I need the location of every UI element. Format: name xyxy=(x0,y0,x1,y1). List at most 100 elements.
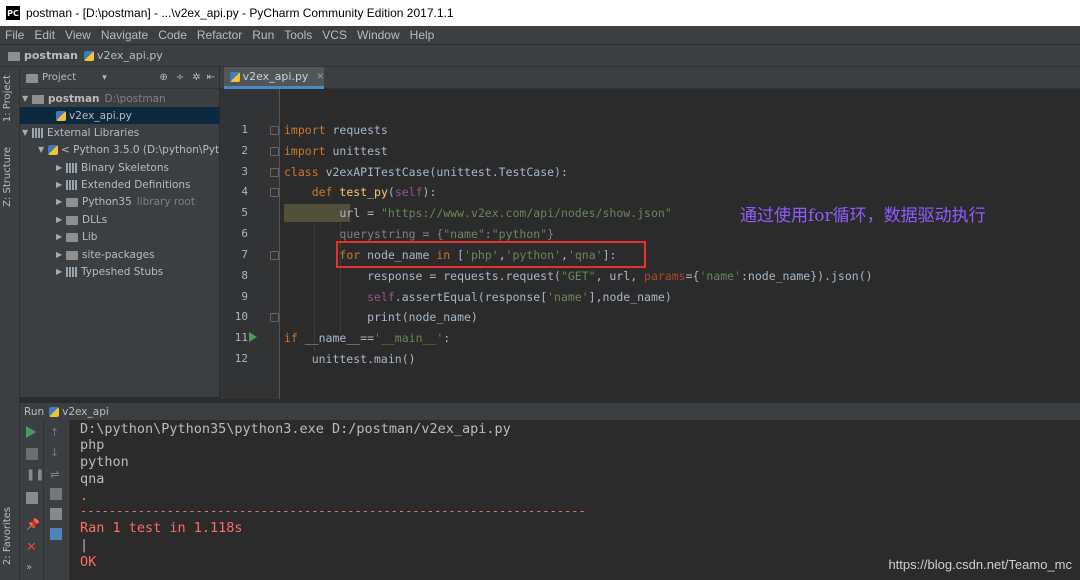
library-icon xyxy=(32,127,43,138)
tree-external-libraries[interactable]: ▼ External Libraries xyxy=(22,124,139,141)
expanded-arrow-icon: ▼ xyxy=(22,94,29,103)
pause-icon[interactable]: ❚❚ xyxy=(26,468,44,481)
menu-file[interactable]: File xyxy=(0,28,29,42)
favorites-tool-tab[interactable]: 2: Favorites xyxy=(2,507,13,565)
breadcrumb-file[interactable]: v2ex_api.py xyxy=(83,49,163,62)
code-line: print(node_name) xyxy=(284,310,478,324)
code-line: import unittest xyxy=(284,144,388,158)
code-line: class v2exAPITestCase(unittest.TestCase)… xyxy=(284,165,568,179)
run-title: Run xyxy=(24,405,45,418)
collapsed-arrow-icon: ▶ xyxy=(56,215,63,224)
menu-edit[interactable]: Edit xyxy=(29,28,60,42)
hide-icon[interactable]: ⇤ xyxy=(207,72,215,83)
tree-item[interactable]: ▶ Extended Definitions xyxy=(56,176,191,193)
rerun-icon[interactable] xyxy=(26,426,36,438)
line-number: 9 xyxy=(241,290,248,303)
fold-marker-icon[interactable] xyxy=(270,168,279,177)
library-icon xyxy=(66,179,77,190)
more-icon[interactable]: » xyxy=(26,562,38,574)
up-arrow-icon[interactable]: ↑ xyxy=(50,426,62,439)
code-line: def test_py(self): xyxy=(311,185,437,199)
close-icon[interactable]: ✕ xyxy=(26,540,38,555)
folder-icon xyxy=(66,198,78,207)
menu-vcs[interactable]: VCS xyxy=(317,28,352,42)
collapsed-arrow-icon: ▶ xyxy=(56,267,63,276)
code-line: url = "https://www.v2ex.com/api/nodes/sh… xyxy=(284,206,672,220)
tree-item[interactable]: ▶ Python35 library root xyxy=(56,193,195,210)
folder-icon xyxy=(32,95,44,104)
layout-icon[interactable] xyxy=(26,492,38,504)
menu-run[interactable]: Run xyxy=(247,28,279,42)
stop-icon[interactable] xyxy=(26,448,38,460)
structure-tool-tab[interactable]: Z: Structure xyxy=(2,147,13,207)
run-console[interactable]: D:\python\Python35\python3.exe D:/postma… xyxy=(70,420,1080,580)
menu-view[interactable]: View xyxy=(60,28,96,42)
title-bar: PC postman - [D:\postman] - ...\v2ex_api… xyxy=(0,0,1080,26)
collapse-icon[interactable]: ÷ xyxy=(176,72,184,83)
tree-item[interactable]: ▶ Binary Skeletons xyxy=(56,159,169,176)
folder-icon xyxy=(66,251,78,260)
fold-marker-icon[interactable] xyxy=(270,251,279,260)
expanded-arrow-icon: ▼ xyxy=(38,145,45,154)
trash-icon[interactable] xyxy=(50,528,62,540)
folder-icon xyxy=(66,233,78,242)
gear-icon[interactable]: ✲ xyxy=(192,72,200,83)
tree-item[interactable]: ▶ DLLs xyxy=(56,211,107,228)
code-line: import requests xyxy=(284,123,388,137)
code-line: self.assertEqual(response['name'],node_n… xyxy=(367,290,672,304)
run-config[interactable]: v2ex_api xyxy=(62,406,109,418)
run-gutter-icon[interactable] xyxy=(249,332,257,342)
collapsed-arrow-icon: ▶ xyxy=(56,180,63,189)
expanded-arrow-icon: ▼ xyxy=(22,128,29,137)
python-file-icon xyxy=(83,50,94,61)
breadcrumb-project[interactable]: postman xyxy=(8,49,78,62)
left-tool-strip: 1: Project Z: Structure 2: Favorites xyxy=(0,67,20,580)
project-tool-tab[interactable]: 1: Project xyxy=(2,75,13,122)
python-run-icon xyxy=(49,406,60,417)
code-editor[interactable]: 1 2 3 4 5 6 7 8 9 10 11 12 import reques… xyxy=(220,89,1080,399)
console-line: Ran 1 test in 1.118s xyxy=(80,520,243,536)
menu-tools[interactable]: Tools xyxy=(279,28,317,42)
line-number: 1 xyxy=(241,123,248,136)
tree-item[interactable]: ▶ Lib xyxy=(56,228,97,245)
project-view-selector[interactable]: Project xyxy=(42,72,76,83)
annotation-text: 通过使用for循环，数据驱动执行 xyxy=(740,206,986,226)
library-icon xyxy=(66,162,77,173)
fold-marker-icon[interactable] xyxy=(270,313,279,322)
menu-bar: File Edit View Navigate Code Refactor Ru… xyxy=(0,26,1080,45)
pin-icon[interactable]: 📌 xyxy=(26,518,40,531)
soft-wrap-icon[interactable]: ⇌ xyxy=(50,468,62,481)
console-line: . xyxy=(80,488,89,504)
fold-marker-icon[interactable] xyxy=(270,147,279,156)
tree-root[interactable]: ▼ postman D:\postman xyxy=(22,90,166,107)
console-line: OK xyxy=(80,554,97,570)
menu-code[interactable]: Code xyxy=(153,28,192,42)
chevron-down-icon[interactable]: ▾ xyxy=(102,73,107,83)
code-line: querystring = {"name":"python"} xyxy=(339,227,555,241)
down-arrow-icon[interactable]: ↓ xyxy=(50,446,62,459)
line-number: 12 xyxy=(234,352,248,365)
menu-refactor[interactable]: Refactor xyxy=(192,28,247,42)
console-line: qna xyxy=(80,471,105,487)
sync-icon[interactable]: ⊕ xyxy=(159,72,167,83)
tree-python-sdk[interactable]: ▼ < Python 3.5.0 (D:\python\Pyth xyxy=(38,141,226,158)
print-icon[interactable] xyxy=(50,508,62,520)
menu-help[interactable]: Help xyxy=(405,28,440,42)
menu-navigate[interactable]: Navigate xyxy=(96,28,153,42)
console-line: ----------------------------------------… xyxy=(80,504,586,518)
tree-item[interactable]: ▶ Typeshed Stubs xyxy=(56,263,163,280)
menu-window[interactable]: Window xyxy=(352,28,405,42)
project-icon xyxy=(26,74,38,83)
close-icon[interactable]: ✕ xyxy=(316,72,324,82)
console-line: D:\python\Python35\python3.exe D:/postma… xyxy=(80,421,511,437)
library-icon xyxy=(66,266,77,277)
line-number: 2 xyxy=(241,144,248,157)
line-number: 11 xyxy=(234,331,248,344)
tree-file[interactable]: v2ex_api.py xyxy=(56,107,132,124)
fold-marker-icon[interactable] xyxy=(270,188,279,197)
tree-item[interactable]: ▶ site-packages xyxy=(56,246,155,263)
editor-tab[interactable]: v2ex_api.py ✕ xyxy=(224,67,324,89)
fold-marker-icon[interactable] xyxy=(270,126,279,135)
project-panel: Project ▾ ⊕ ÷ ✲ ⇤ ▼ postman D:\postman v… xyxy=(20,67,226,397)
scroll-end-icon[interactable] xyxy=(50,488,62,500)
